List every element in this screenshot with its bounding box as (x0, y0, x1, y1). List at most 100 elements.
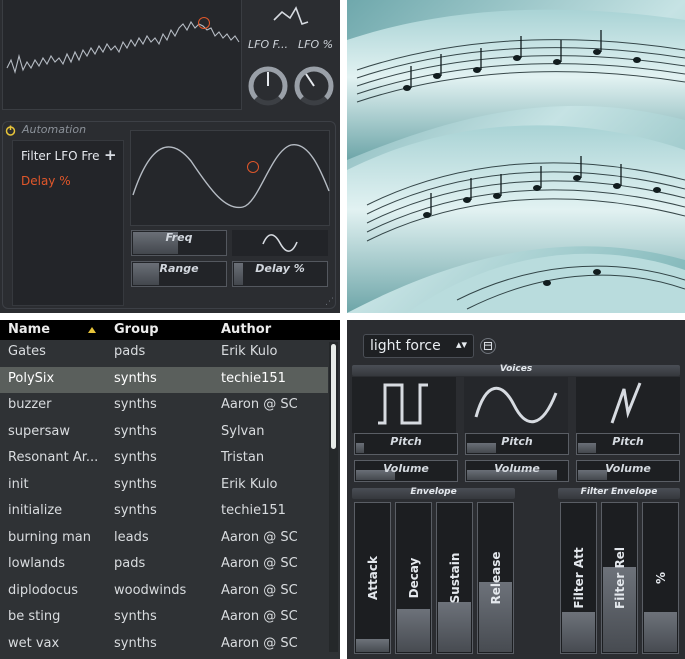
voice-3-wave[interactable] (576, 377, 680, 433)
voice-1-pitch[interactable]: Pitch (354, 433, 458, 455)
decay-label: Decay (406, 557, 421, 599)
automation-title: Automation (22, 123, 87, 136)
lfo-history-plot (6, 20, 240, 74)
table-row[interactable]: PolySix synths techie151 (0, 366, 328, 393)
sine-shape-button[interactable] (232, 230, 328, 256)
voice-2-volume[interactable]: Volume (465, 460, 569, 482)
table-row[interactable]: Gates pads Erik Kulo (0, 340, 328, 367)
delay-slider[interactable]: Delay % (232, 261, 328, 287)
voices-section-header: Voices (352, 364, 680, 376)
preset-select[interactable]: light force ▴▾ (363, 334, 474, 358)
filter-attack-label: Filter Att (571, 547, 586, 609)
power-icon[interactable] (5, 125, 16, 136)
save-preset-icon[interactable] (480, 338, 496, 354)
cell-name: Resonant Ar... (8, 450, 99, 465)
cell-author: Tristan (221, 450, 265, 465)
automation-curve-display (130, 130, 330, 226)
cell-author: Aaron @ SC (221, 397, 298, 412)
cell-author: techie151 (221, 503, 286, 518)
preset-select-value: light force (370, 338, 441, 354)
cell-name: initialize (8, 503, 63, 518)
automation-item-delay[interactable]: Delay % (21, 174, 71, 188)
voice-2-pitch[interactable]: Pitch (465, 433, 569, 455)
vertical-scrollbar[interactable] (329, 342, 338, 652)
release-slider[interactable]: Release (477, 502, 514, 654)
freq-slider[interactable]: Freq (131, 230, 227, 256)
column-header-author[interactable]: Author (221, 322, 271, 337)
freq-label: Freq (165, 231, 193, 244)
column-header-group[interactable]: Group (114, 322, 159, 337)
attack-slider[interactable]: Attack (354, 502, 391, 654)
preset-browser: Name Group Author Gates pads Erik Kulo Poly… (0, 320, 340, 659)
table-row[interactable]: lowlands pads Aaron @ SC (0, 552, 328, 579)
up-down-arrows-icon: ▴▾ (455, 338, 467, 351)
cell-group: synths (114, 370, 157, 386)
column-header-name[interactable]: Name (8, 322, 50, 337)
synth-editor: light force ▴▾ Voices Pitch Pitch Pitch (347, 320, 685, 659)
cell-name: supersaw (8, 423, 70, 439)
add-automation-icon[interactable]: + (104, 146, 117, 164)
cell-name: Gates (8, 344, 46, 359)
table-row[interactable]: Resonant Ar... synths Tristan (0, 446, 328, 473)
envelope-section-title: Envelope (410, 487, 457, 497)
sort-ascending-icon[interactable] (88, 327, 96, 333)
cell-group: synths (114, 609, 157, 624)
filter-amount-slider[interactable]: % (642, 502, 679, 654)
slider-fill (644, 612, 677, 652)
cell-group: leads (114, 529, 149, 545)
voice-3-pitch[interactable]: Pitch (576, 433, 680, 455)
table-row[interactable]: diplodocus woodwinds Aaron @ SC (0, 579, 328, 606)
automation-item-filter-lfo[interactable]: Filter LFO Fre (21, 149, 99, 163)
automation-curve (132, 144, 330, 209)
volume-label: Volume (494, 462, 540, 475)
cell-group: synths (114, 397, 157, 412)
cell-name: lowlands (8, 556, 66, 571)
cell-group: synths (114, 503, 157, 518)
cell-group: synths (114, 450, 157, 465)
cell-author: Sylvan (221, 423, 265, 439)
delay-label: Delay % (255, 262, 305, 275)
voice-1-wave[interactable] (352, 377, 456, 433)
cell-group: synths (114, 635, 157, 651)
saw-wave-icon (610, 382, 642, 424)
volume-label: Volume (383, 462, 429, 475)
sustain-label: Sustain (447, 552, 462, 604)
cell-name: wet vax (8, 635, 60, 651)
curve-marker[interactable] (247, 161, 259, 173)
table-row[interactable]: burning man leads Aaron @ SC (0, 526, 328, 553)
automation-target-list: Filter LFO Fre Delay % (12, 140, 124, 306)
lfo-percent-label: LFO % (298, 38, 334, 51)
lfo-percent-knob[interactable] (294, 66, 334, 106)
voice-2-wave[interactable] (464, 377, 568, 433)
table-row[interactable]: be sting synths Aaron @ SC (0, 605, 328, 632)
filter-attack-slider[interactable]: Filter Att (560, 502, 597, 654)
cell-name: burning man (8, 529, 91, 545)
cell-author: Erik Kulo (221, 344, 278, 359)
sustain-slider[interactable]: Sustain (436, 502, 473, 654)
table-row[interactable]: wet vax synths Aaron @ SC (0, 632, 328, 659)
lfo-freq-knob[interactable] (248, 66, 288, 106)
playhead-marker[interactable] (198, 17, 210, 29)
table-row[interactable]: initialize synths techie151 (0, 499, 328, 526)
table-row[interactable]: supersaw synths Sylvan (0, 420, 328, 447)
resize-grip-icon[interactable]: ⋰ (325, 297, 334, 307)
filter-amount-label: % (653, 571, 668, 585)
scrollbar-thumb[interactable] (331, 344, 336, 449)
table-row[interactable]: init synths Erik Kulo (0, 473, 328, 500)
decay-slider[interactable]: Decay (395, 502, 432, 654)
cell-group: woodwinds (114, 582, 187, 598)
pitch-label: Pitch (501, 435, 533, 448)
filter-release-label: Filter Rel (612, 547, 627, 609)
table-row[interactable]: buzzer synths Aaron @ SC (0, 393, 328, 420)
voice-1-volume[interactable]: Volume (354, 460, 458, 482)
cell-name: buzzer (8, 397, 52, 412)
range-slider[interactable]: Range (131, 261, 227, 287)
filter-release-slider[interactable]: Filter Rel (601, 502, 638, 654)
slider-fill (356, 639, 389, 652)
voices-section-title: Voices (499, 364, 533, 374)
envelope-section-header: Envelope (352, 487, 515, 499)
knob-dial (294, 66, 334, 106)
cell-author: Erik Kulo (221, 476, 278, 492)
voice-3-volume[interactable]: Volume (576, 460, 680, 482)
sine-wave-icon (262, 234, 298, 252)
